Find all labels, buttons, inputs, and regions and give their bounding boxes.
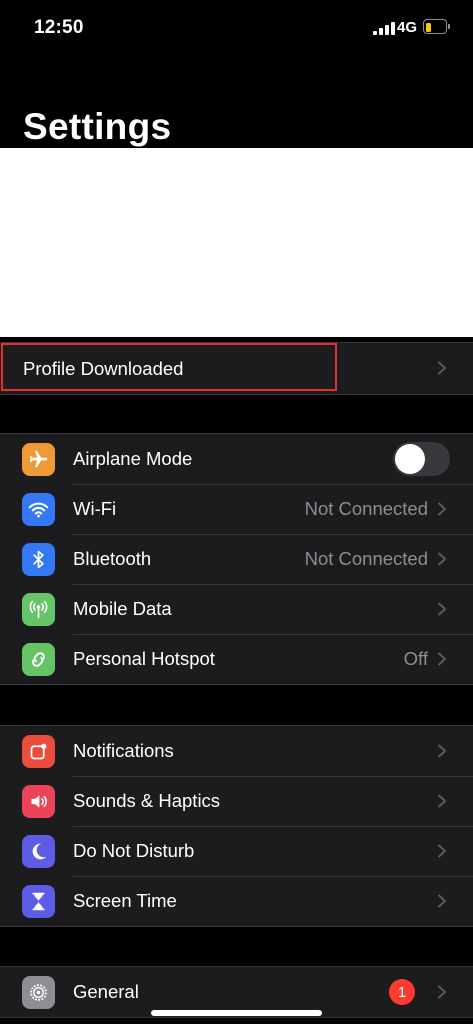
home-indicator[interactable] (151, 1010, 322, 1016)
wifi-icon (22, 493, 55, 526)
cellular-signal-icon (373, 22, 395, 35)
moon-icon (22, 835, 55, 868)
settings-row-hotspot[interactable]: Personal Hotspot Off (0, 634, 473, 684)
settings-row-label: Personal Hotspot (73, 648, 215, 669)
chevron-right-icon (435, 794, 449, 808)
bluetooth-icon (22, 543, 55, 576)
hourglass-icon (22, 885, 55, 918)
settings-row-screen-time[interactable]: Screen Time (0, 876, 473, 926)
profile-downloaded-row[interactable]: Profile Downloaded (0, 342, 473, 395)
settings-row-label: Do Not Disturb (73, 840, 195, 861)
wifi-status: Not Connected (304, 498, 428, 519)
settings-row-do-not-disturb[interactable]: Do Not Disturb (0, 826, 473, 876)
notifications-icon (22, 735, 55, 768)
chevron-right-icon (435, 985, 449, 999)
notifications-group: Notifications Sounds & Haptics Do Not Di… (0, 725, 473, 927)
settings-row-label: Bluetooth (73, 548, 152, 569)
chevron-right-icon (435, 652, 449, 666)
chevron-right-icon (435, 744, 449, 758)
settings-row-label: Sounds & Haptics (73, 790, 221, 811)
settings-row-label: Mobile Data (73, 598, 172, 619)
highlight-box (1, 343, 337, 391)
settings-row-label: Notifications (73, 740, 174, 761)
speaker-icon (22, 785, 55, 818)
update-badge: 1 (389, 979, 415, 1005)
settings-row-label: General (73, 981, 139, 1002)
settings-row-label: Wi-Fi (73, 498, 117, 519)
hotspot-status: Off (403, 648, 428, 669)
chevron-right-icon (435, 552, 449, 566)
airplane-mode-toggle[interactable] (393, 442, 450, 476)
bluetooth-status: Not Connected (304, 548, 428, 569)
chevron-right-icon (435, 361, 449, 375)
settings-row-label: Screen Time (73, 890, 177, 911)
battery-icon (423, 19, 450, 34)
page-title: Settings (23, 106, 172, 147)
status-bar: 12:50 4G (0, 0, 473, 58)
hotspot-icon (22, 643, 55, 676)
antenna-icon (22, 593, 55, 626)
chevron-right-icon (435, 602, 449, 616)
gear-icon (22, 976, 55, 1009)
settings-row-wifi[interactable]: Wi-Fi Not Connected (0, 484, 473, 534)
settings-row-notifications[interactable]: Notifications (0, 726, 473, 776)
search-area-blank (0, 148, 473, 337)
chevron-right-icon (435, 502, 449, 516)
network-type: 4G (397, 19, 418, 36)
chevron-right-icon (435, 844, 449, 858)
status-time: 12:50 (34, 17, 84, 38)
chevron-right-icon (435, 894, 449, 908)
settings-row-sounds[interactable]: Sounds & Haptics (0, 776, 473, 826)
connectivity-group: Airplane Mode Wi-Fi Not Connected Blueto… (0, 433, 473, 685)
airplane-icon (22, 443, 55, 476)
settings-row-label: Airplane Mode (73, 448, 193, 469)
settings-row-bluetooth[interactable]: Bluetooth Not Connected (0, 534, 473, 584)
settings-row-airplane[interactable]: Airplane Mode (0, 434, 473, 484)
settings-row-mobile-data[interactable]: Mobile Data (0, 584, 473, 634)
